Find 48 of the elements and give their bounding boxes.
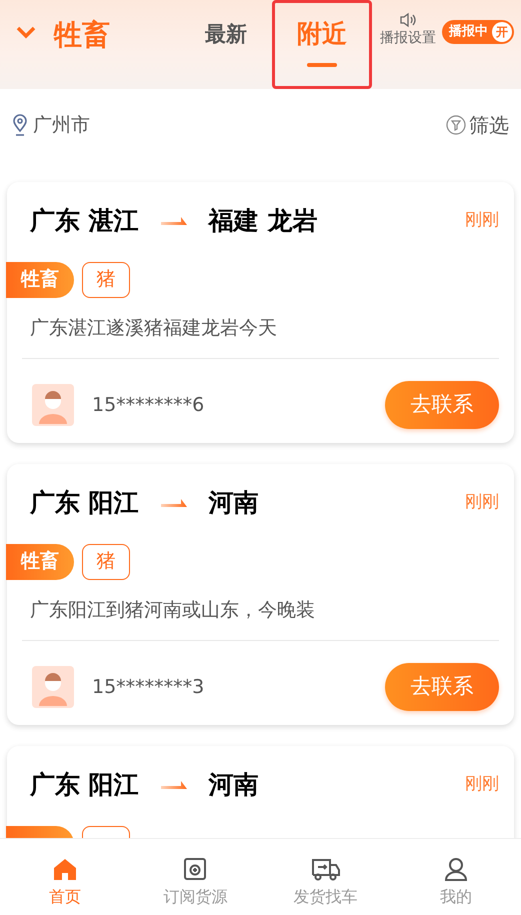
- nav-tab[interactable]: 首页: [0, 839, 130, 915]
- contact-button[interactable]: 去联系: [385, 663, 499, 711]
- nav-tab[interactable]: 我的: [390, 839, 521, 915]
- chevron-down-icon[interactable]: [16, 25, 36, 39]
- category-title[interactable]: 牲畜: [54, 14, 110, 56]
- nav-tab[interactable]: 订阅货源: [130, 839, 260, 915]
- destination-text: 福建 龙岩: [208, 205, 318, 237]
- item-tag: 猪: [82, 544, 130, 580]
- origin-text: 广东 阳江: [28, 487, 139, 519]
- broadcast-settings-button[interactable]: 播报设置: [380, 12, 436, 49]
- shipment-card[interactable]: 广东 阳江 河南 刚刚 牲畜 猪 广东阳江到猪河南或山东，今晚装 15********3 去联系: [7, 464, 514, 725]
- toggle-knob: 开: [492, 22, 512, 42]
- filter-button[interactable]: 筛选: [446, 110, 509, 140]
- location-pin-icon: [12, 114, 28, 136]
- category-tag: 牲畜: [6, 544, 74, 580]
- item-tag: 猪: [82, 262, 130, 298]
- badge-label: 播报中: [449, 23, 488, 42]
- contact-button[interactable]: 去联系: [385, 381, 499, 429]
- document-plus-icon: [183, 857, 208, 881]
- category-tag: 牲畜: [6, 262, 74, 298]
- destination-text: 河南: [208, 769, 259, 801]
- tab[interactable]: 最新: [180, 0, 272, 89]
- avatar-icon: [32, 384, 74, 426]
- destination-text: 河南: [208, 487, 259, 519]
- home-icon: [53, 857, 78, 881]
- location-text[interactable]: 广州市: [33, 110, 90, 140]
- nav-tab[interactable]: 发货找车: [260, 839, 391, 915]
- arrow-icon: [160, 780, 187, 789]
- avatar-icon: [32, 666, 74, 708]
- origin-text: 广东 湛江: [28, 205, 139, 237]
- shipment-card[interactable]: 广东 阳江 河南 刚刚: [7, 746, 514, 838]
- description-text: 广东阳江到猪河南或山东，今晚装: [29, 598, 316, 622]
- time-text: 刚刚: [465, 491, 499, 514]
- phone-text: 15********3: [92, 674, 204, 700]
- origin-text: 广东 阳江: [28, 769, 139, 801]
- truck-icon: [310, 857, 341, 881]
- phone-text: 15********6: [92, 392, 204, 418]
- description-text: 广东湛江遂溪猪福建龙岩今天: [29, 316, 278, 340]
- time-text: 刚刚: [465, 773, 499, 796]
- user-icon: [444, 857, 468, 881]
- shipment-card[interactable]: 广东 湛江 福建 龙岩 刚刚 牲畜 猪 广东湛江遂溪猪福建龙岩今天 15********6 去联系: [7, 182, 514, 443]
- arrow-icon: [160, 216, 187, 225]
- speaker-icon: [399, 12, 417, 28]
- arrow-icon: [160, 498, 187, 507]
- broadcast-badge[interactable]: 播报中 开: [442, 20, 514, 44]
- tab[interactable]: 附近: [272, 0, 372, 89]
- time-text: 刚刚: [465, 209, 499, 232]
- filter-icon: [446, 115, 466, 135]
